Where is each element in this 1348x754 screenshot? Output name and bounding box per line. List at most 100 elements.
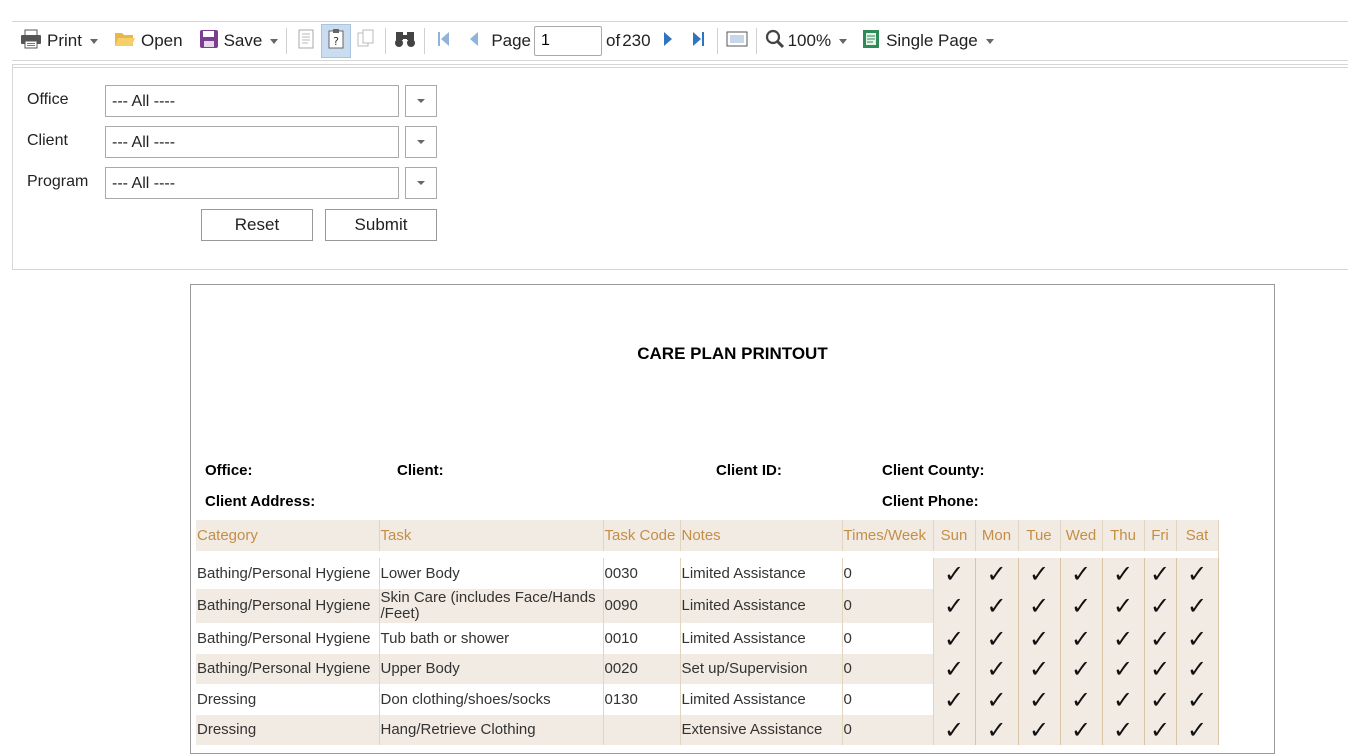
checkmark-icon: ✓: [1149, 685, 1171, 714]
client-county-header-label: Client County:: [882, 462, 985, 479]
previous-page-button[interactable]: [459, 24, 489, 58]
checkmark-icon: ✓: [1112, 559, 1134, 588]
checkmark-icon: ✓: [1149, 624, 1171, 653]
office-header-label: Office:: [205, 462, 253, 479]
chevron-down-icon: [985, 38, 994, 44]
day-check-cell: ✓: [975, 558, 1019, 589]
of-label: of: [606, 31, 621, 50]
table-body: Bathing/Personal Hygiene Lower Body 0030 Li…: [196, 551, 1219, 745]
day-check-cell: ✓: [1176, 623, 1219, 654]
notes-cell: Limited Assistance: [680, 623, 843, 654]
day-check-cell: ✓: [1018, 684, 1061, 715]
svg-text:?: ?: [333, 35, 339, 48]
table-row: Bathing/Personal Hygiene Upper Body 0020 Se…: [196, 654, 1219, 684]
checkmark-icon: ✓: [1028, 624, 1050, 653]
checkmark-icon: ✓: [1028, 592, 1050, 620]
copy-button[interactable]: [351, 24, 381, 58]
print-button[interactable]: Print: [16, 24, 102, 58]
notes-cell: Set up/Supervision: [680, 654, 843, 684]
task-code-cell: 0090: [603, 589, 681, 623]
day-check-cell: ✓: [1144, 684, 1177, 715]
checkmark-icon: ✓: [1149, 559, 1171, 588]
client-select[interactable]: --- All ----: [105, 126, 399, 158]
table-spacer-row: [196, 551, 1219, 558]
checkmark-icon: ✓: [943, 655, 965, 683]
checkmark-icon: ✓: [1070, 559, 1092, 588]
notes-cell: Limited Assistance: [680, 558, 843, 589]
magnifier-icon: [765, 29, 785, 54]
page-number-input[interactable]: [534, 26, 603, 56]
report-page: CARE PLAN PRINTOUT Office: Client: Clien…: [190, 284, 1275, 754]
task-code-cell: 0130: [603, 684, 681, 715]
last-page-button[interactable]: [683, 24, 713, 58]
find-button[interactable]: [390, 24, 420, 58]
zoom-dropdown[interactable]: 100%: [761, 24, 851, 58]
checkmark-icon: ✓: [1112, 655, 1134, 683]
checkmark-icon: ✓: [943, 716, 965, 744]
page-label: Page: [491, 31, 532, 50]
times-per-week-cell: 0: [842, 558, 934, 589]
client-phone-header-label: Client Phone:: [882, 493, 979, 510]
next-page-icon: [661, 30, 675, 53]
category-cell: Bathing/Personal Hygiene: [196, 623, 380, 654]
submit-button[interactable]: Submit: [325, 209, 437, 241]
category-cell: Bathing/Personal Hygiene: [196, 558, 380, 589]
checkmark-icon: ✓: [986, 559, 1007, 588]
chevron-down-icon: [417, 99, 425, 103]
view-mode-dropdown[interactable]: Single Page: [857, 24, 998, 58]
checkmark-icon: ✓: [1112, 685, 1134, 714]
task-code-cell: [603, 715, 681, 745]
open-button[interactable]: Open: [110, 24, 187, 58]
times-per-week-cell: 0: [842, 715, 934, 745]
document-map-icon: [296, 28, 316, 55]
day-check-cell: ✓: [1018, 589, 1061, 623]
day-check-cell: ✓: [975, 589, 1019, 623]
checkmark-icon: ✓: [1112, 592, 1134, 620]
office-dropdown-button[interactable]: [405, 85, 437, 117]
office-select[interactable]: --- All ----: [105, 85, 399, 117]
care-plan-table: Category Task Task Code Notes Times/Week…: [196, 520, 1219, 745]
save-button[interactable]: Save: [195, 24, 283, 58]
column-header: Wed: [1060, 520, 1103, 551]
checkmark-icon: ✓: [1186, 655, 1208, 683]
task-code-cell: 0020: [603, 654, 681, 684]
table-row: Bathing/Personal Hygiene Tub bath or show…: [196, 623, 1219, 654]
checkmark-icon: ✓: [986, 716, 1007, 744]
day-check-cell: ✓: [975, 654, 1019, 684]
day-check-cell: ✓: [1144, 558, 1177, 589]
day-check-cell: ✓: [1018, 715, 1061, 745]
checkmark-icon: ✓: [1186, 592, 1208, 620]
next-page-button[interactable]: [653, 24, 683, 58]
report-toolbar: Print Open Save ? Page 1 of 230 100% Sin…: [12, 21, 1348, 61]
day-check-cell: ✓: [1060, 684, 1103, 715]
printer-icon: [20, 29, 42, 54]
column-header: Thu: [1102, 520, 1145, 551]
client-dropdown-button[interactable]: [405, 126, 437, 158]
client-id-header-label: Client ID:: [716, 462, 782, 479]
times-per-week-cell: 0: [842, 654, 934, 684]
full-screen-button[interactable]: [722, 24, 752, 58]
checkmark-icon: ✓: [986, 685, 1007, 714]
day-check-cell: ✓: [1102, 589, 1145, 623]
first-page-icon: [436, 30, 452, 53]
parameters-toggle-button[interactable]: ?: [321, 24, 352, 58]
checkmark-icon: ✓: [1070, 716, 1092, 744]
reset-button[interactable]: Reset: [201, 209, 313, 241]
column-header: Times/Week: [842, 520, 934, 551]
document-map-button[interactable]: [291, 24, 321, 58]
program-dropdown-button[interactable]: [405, 167, 437, 199]
program-select[interactable]: --- All ----: [105, 167, 399, 199]
task-cell: Upper Body: [379, 654, 604, 684]
last-page-icon: [690, 30, 706, 53]
notes-cell: Extensive Assistance: [680, 715, 843, 745]
first-page-button[interactable]: [429, 24, 459, 58]
spacer-cell: [196, 551, 1219, 558]
day-check-cell: ✓: [933, 623, 976, 654]
day-check-cell: ✓: [1060, 715, 1103, 745]
panel-divider: [13, 67, 1348, 68]
open-label: Open: [140, 31, 183, 50]
day-check-cell: ✓: [933, 589, 976, 623]
checkmark-icon: ✓: [943, 685, 965, 714]
chevron-down-icon: [417, 140, 425, 144]
checkmark-icon: ✓: [1186, 624, 1208, 653]
